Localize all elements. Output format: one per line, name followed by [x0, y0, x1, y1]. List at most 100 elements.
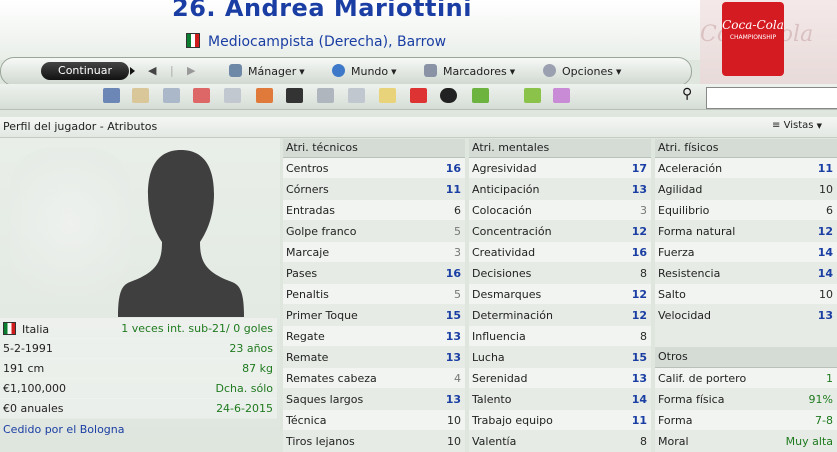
globe-icon [332, 64, 345, 77]
continue-button[interactable]: Continuar [41, 62, 135, 80]
attribute-value: 5 [454, 288, 461, 301]
manager-icon [229, 64, 242, 77]
attribute-row: Forma física 91% [655, 389, 837, 410]
attribute-name: Decisiones [472, 267, 532, 280]
attribute-value: 14 [817, 267, 833, 280]
attribute-row: Regate 13 [283, 326, 465, 347]
caret-down-icon: ▼ [816, 122, 823, 130]
loan-link[interactable]: Cedido por el Bologna [3, 423, 125, 436]
trophy-icon[interactable] [317, 88, 334, 103]
attribute-value: 5 [454, 225, 461, 238]
attribute-row: Fuerza 14 [655, 242, 837, 263]
bookmark-icon [424, 64, 437, 77]
spacer-row [655, 326, 837, 347]
transfer-icon[interactable] [256, 88, 273, 103]
attribute-value: 11 [817, 162, 833, 175]
menu-manager[interactable]: Mánager ▼ [229, 64, 305, 78]
attribute-value: 13 [631, 372, 647, 385]
physical-attributes: Atri. físicos Aceleración 11 Agilidad 10 Equ… [655, 139, 837, 452]
menu-bookmarks[interactable]: Marcadores ▼ [424, 64, 515, 78]
home-icon[interactable] [103, 88, 120, 103]
search: ⚲ [680, 86, 837, 109]
training-icon[interactable] [410, 88, 427, 103]
attribute-value: 16 [631, 246, 647, 259]
attribute-name: Serenidad [472, 372, 528, 385]
attribute-value: 12 [817, 225, 833, 238]
attribute-value: 12 [631, 288, 647, 301]
attribute-name: Fuerza [658, 246, 695, 259]
attribute-name: Equilibrio [658, 204, 710, 217]
physical-header: Atri. físicos [655, 139, 837, 158]
attribute-row: Colocación 3 [469, 200, 651, 221]
clipboard-icon[interactable] [379, 88, 396, 103]
mental-header: Atri. mentales [469, 139, 651, 158]
logo-brand: Coca-Cola [722, 18, 784, 32]
attribute-value: 11 [631, 414, 647, 427]
attribute-name: Velocidad [658, 309, 712, 322]
height: 191 cm [3, 362, 45, 375]
attribute-name: Resistencia [658, 267, 721, 280]
continue-arrow-icon [130, 67, 135, 75]
player-title: 26. Andrea Mariottini [172, 0, 472, 22]
views-menu[interactable]: ≡ Vistas ▼ [772, 120, 822, 131]
attribute-value: 13 [445, 393, 461, 406]
search-icon: ⚲ [682, 86, 693, 102]
attribute-row: Lucha 15 [469, 347, 651, 368]
contract-end: 24-6-2015 [216, 402, 273, 415]
attribute-name: Centros [286, 162, 329, 175]
menu-options[interactable]: Opciones ▼ [543, 64, 621, 78]
squad-icon[interactable] [224, 88, 241, 103]
attribute-row: Salto 10 [655, 284, 837, 305]
attribute-row: Marcaje 3 [283, 242, 465, 263]
attribute-row: Determinación 12 [469, 305, 651, 326]
attribute-value: 10 [447, 414, 461, 427]
back-arrow-icon[interactable]: ◀ [148, 64, 156, 77]
attribute-value: 3 [640, 204, 647, 217]
caret-down-icon: ▼ [509, 68, 516, 76]
team-icon[interactable] [132, 88, 149, 103]
attribute-row: Saques largos 13 [283, 389, 465, 410]
technical-header: Atri. técnicos [283, 139, 465, 158]
attribute-row: Penaltis 5 [283, 284, 465, 305]
attribute-row: Tiros lejanos 10 [283, 431, 465, 452]
menu-options-label: Opciones [562, 65, 613, 78]
search-input[interactable] [706, 87, 837, 109]
finance-icon[interactable] [472, 88, 489, 103]
attribute-row: Desmarques 12 [469, 284, 651, 305]
question-icon[interactable] [553, 88, 570, 103]
attribute-row: Remate 13 [283, 347, 465, 368]
continue-label: Continuar [58, 64, 112, 77]
attribute-name: Remate [286, 351, 329, 364]
attribute-value: 6 [454, 204, 461, 217]
attribute-row: Resistencia 14 [655, 263, 837, 284]
news-icon[interactable] [163, 88, 180, 103]
attribute-name: Técnica [286, 414, 327, 427]
attribute-row: Primer Toque 15 [283, 305, 465, 326]
player-subtitle: Mediocampista (Derecha), Barrow [186, 33, 446, 50]
birth-date: 5-2-1991 [3, 342, 53, 355]
attribute-name: Penaltis [286, 288, 329, 301]
options-icon [543, 64, 556, 77]
player-silhouette [118, 150, 244, 317]
attribute-row: Velocidad 13 [655, 305, 837, 326]
attribute-value: 17 [631, 162, 647, 175]
scout-icon[interactable] [348, 88, 365, 103]
calendar-icon[interactable] [193, 88, 210, 103]
value: €1,100,000 [3, 382, 66, 395]
attribute-value: 13 [631, 183, 647, 196]
forward-arrow-icon[interactable]: ▶ [187, 64, 195, 77]
attribute-row: Moral Muy alta [655, 431, 837, 452]
subtitle-text[interactable]: Mediocampista (Derecha), Barrow [208, 34, 446, 50]
attribute-value: 6 [826, 204, 833, 217]
attribute-value: 10 [819, 183, 833, 196]
views-icon: ≡ [772, 120, 781, 131]
attribute-name: Talento [472, 393, 512, 406]
help-icon[interactable] [524, 88, 541, 103]
tactics-icon[interactable] [286, 88, 303, 103]
attribute-row: Forma natural 12 [655, 221, 837, 242]
attribute-name: Golpe franco [286, 225, 357, 238]
binoculars-icon[interactable] [440, 88, 457, 103]
caps: 1 veces int. sub-21/ 0 goles [121, 322, 273, 335]
nationality[interactable]: Italia [22, 323, 49, 336]
menu-world[interactable]: Mundo ▼ [332, 64, 397, 78]
